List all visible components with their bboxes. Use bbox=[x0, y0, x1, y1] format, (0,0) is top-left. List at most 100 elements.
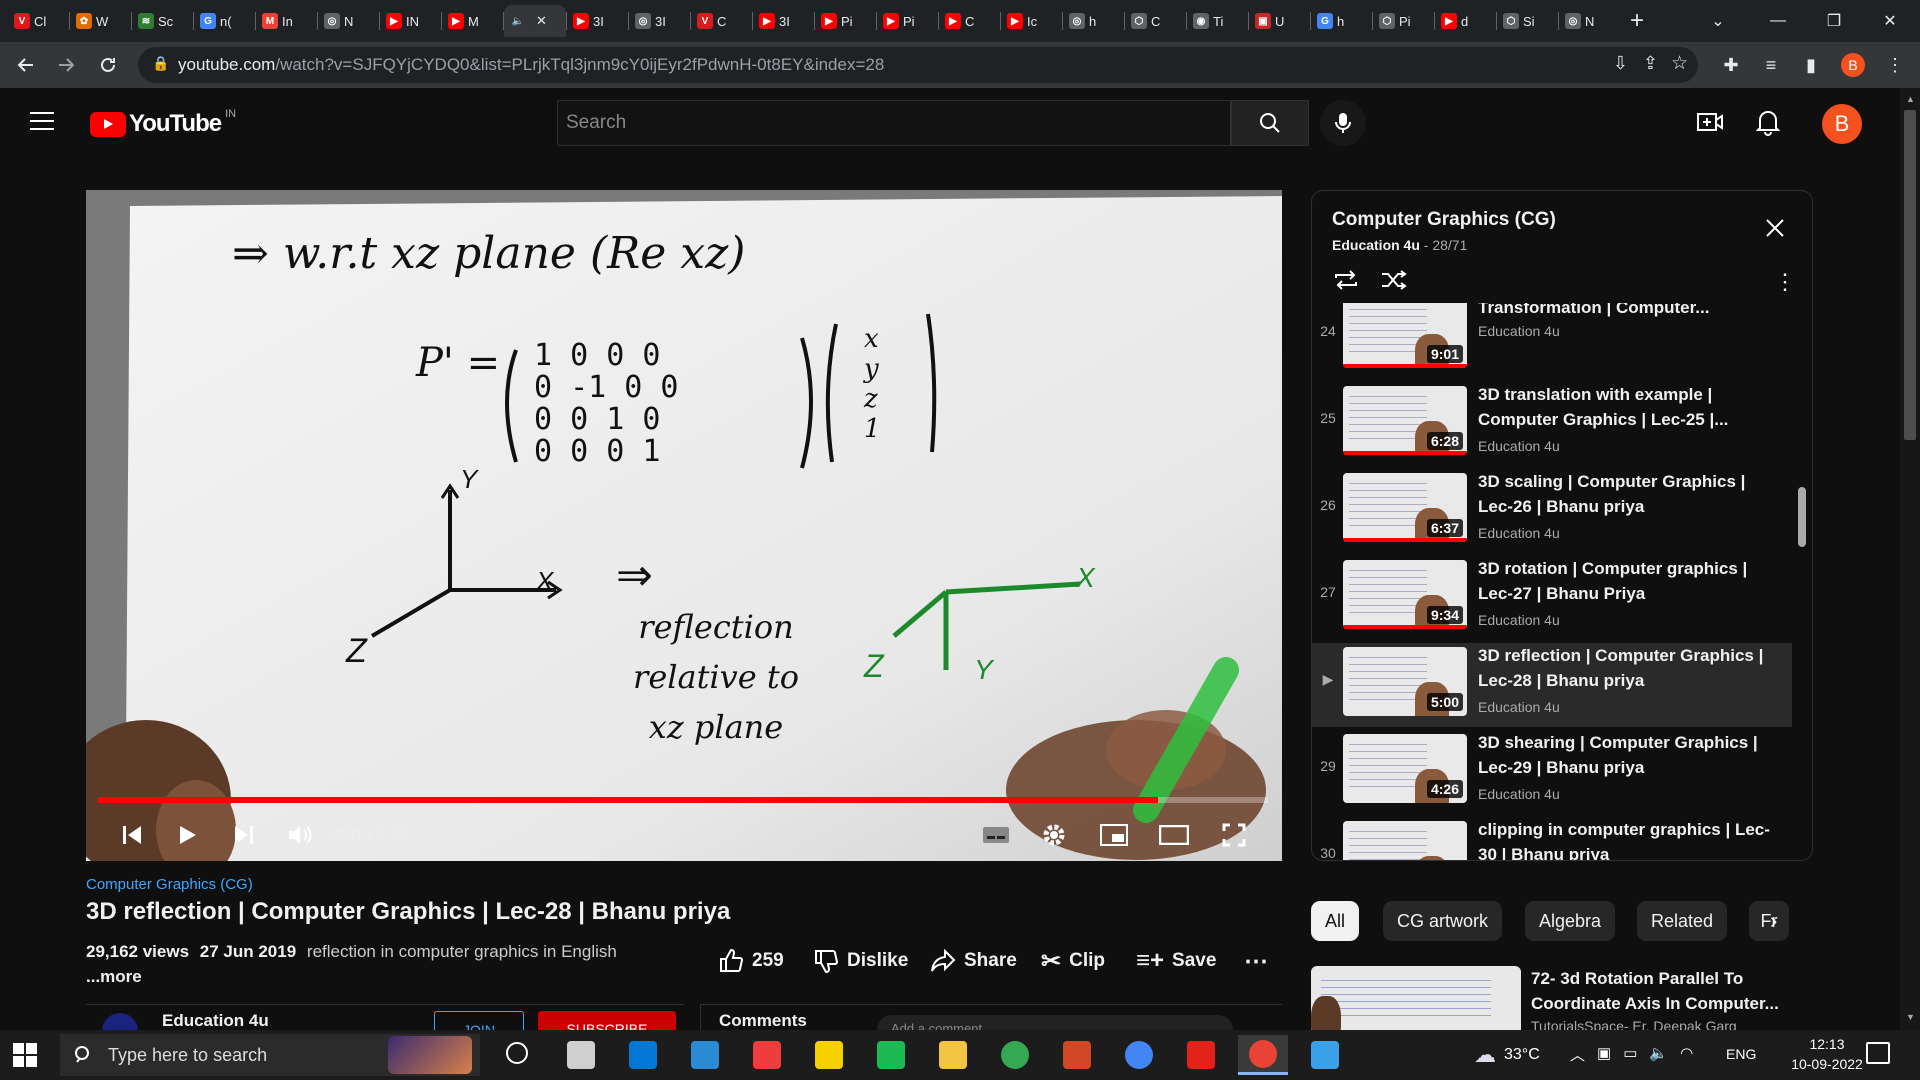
theater-mode-button[interactable] bbox=[1146, 810, 1202, 860]
input-language[interactable]: ENG bbox=[1726, 1046, 1756, 1062]
tab-search-button[interactable]: ⌄ bbox=[1690, 0, 1746, 42]
clock[interactable]: 12:13 10-09-2022 bbox=[1784, 1034, 1870, 1074]
back-button[interactable] bbox=[6, 47, 46, 83]
browser-tab[interactable]: ▶ d bbox=[1435, 5, 1496, 37]
sticky-notes-taskbar-icon[interactable] bbox=[804, 1035, 854, 1075]
previous-button[interactable] bbox=[104, 810, 160, 860]
task-view-taskbar-icon[interactable] bbox=[556, 1035, 606, 1075]
forward-button[interactable] bbox=[46, 47, 86, 83]
browser-tab[interactable]: ▶ 3I bbox=[753, 5, 814, 37]
clip-button[interactable]: ✂ Clip bbox=[1041, 943, 1105, 979]
playlist-link[interactable]: Computer Graphics (CG) bbox=[86, 876, 253, 893]
browser-tab[interactable]: ◎ h bbox=[1063, 5, 1124, 37]
chrome-profile-taskbar-icon[interactable] bbox=[1114, 1035, 1164, 1075]
page-scrollbar-thumb[interactable] bbox=[1904, 110, 1916, 440]
loop-playlist-icon[interactable] bbox=[1332, 267, 1360, 298]
chrome-taskbar-icon[interactable] bbox=[990, 1035, 1040, 1075]
address-bar[interactable]: 🔒 youtube.com/watch?v=SJFQYjCYDQ0&list=P… bbox=[138, 47, 1698, 83]
dislike-button[interactable]: Dislike bbox=[813, 943, 908, 979]
subscribe-button[interactable]: SUBSCRIBE bbox=[538, 1011, 676, 1030]
browser-tab[interactable]: ⬡ C bbox=[1125, 5, 1186, 37]
playlist-item[interactable]: ▶ 5:00 3D reflection | Computer Graphics |… bbox=[1312, 643, 1792, 727]
next-button[interactable] bbox=[216, 810, 272, 860]
wifi-icon[interactable]: ◠ bbox=[1680, 1044, 1693, 1065]
profile-avatar[interactable]: B bbox=[1838, 50, 1868, 80]
browser-tab[interactable]: ⬡ Pi bbox=[1373, 5, 1434, 37]
browser-tab[interactable]: Gh bbox=[1311, 5, 1372, 37]
acrobat-taskbar-icon[interactable] bbox=[1176, 1035, 1226, 1075]
browser-tab[interactable]: ▶ C bbox=[939, 5, 1000, 37]
browser-tab[interactable]: ▣ U bbox=[1249, 5, 1310, 37]
volume-button[interactable] bbox=[272, 810, 328, 860]
restore-button[interactable]: ❐ bbox=[1806, 0, 1862, 42]
browser-tab[interactable]: V Cl bbox=[8, 5, 69, 37]
voice-search-button[interactable] bbox=[1320, 100, 1366, 146]
file-explorer-taskbar-icon[interactable] bbox=[928, 1035, 978, 1075]
youtube-logo[interactable]: YouTube IN bbox=[90, 108, 236, 138]
mail-taskbar-icon[interactable] bbox=[680, 1035, 730, 1075]
settings-button[interactable] bbox=[1026, 810, 1082, 860]
chips-next-icon[interactable]: › bbox=[1770, 908, 1777, 934]
notifications-bell-icon[interactable] bbox=[1755, 108, 1781, 141]
playlist-item[interactable]: 24 9:01 Transformation | Computer... Educat… bbox=[1312, 303, 1792, 379]
video-player[interactable]: ⇒ w.r.t xz plane (Re xz) P' = 1 0 0 0 0 … bbox=[86, 190, 1282, 861]
browser-tab[interactable]: ≋ Sc bbox=[132, 5, 193, 37]
microsoft-store-taskbar-icon[interactable] bbox=[618, 1035, 668, 1075]
browser-tab[interactable]: ▶ Ic bbox=[1001, 5, 1062, 37]
new-tab-button[interactable]: + bbox=[1630, 7, 1644, 35]
playlist-item[interactable]: 29 4:26 3D shearing | Computer Graphics | … bbox=[1312, 730, 1792, 814]
search-button[interactable] bbox=[1231, 100, 1309, 146]
close-window-button[interactable]: ✕ bbox=[1862, 0, 1918, 42]
browser-tab[interactable]: M In bbox=[256, 5, 317, 37]
join-button[interactable]: JOIN bbox=[434, 1011, 524, 1030]
meet-now-icon[interactable]: ▣ bbox=[1597, 1044, 1611, 1065]
browser-tab[interactable]: ◉ Ti bbox=[1187, 5, 1248, 37]
side-panel-icon[interactable]: ▮ bbox=[1796, 50, 1826, 80]
chrome-menu-icon[interactable]: ⋮ bbox=[1880, 50, 1910, 80]
add-comment-input[interactable]: Add a comment... bbox=[877, 1015, 1233, 1030]
share-page-icon[interactable]: ⇪ bbox=[1643, 53, 1658, 74]
like-button[interactable]: 259 bbox=[718, 943, 784, 979]
recommended-video[interactable]: 72- 3d Rotation Parallel To Coordinate A… bbox=[1311, 966, 1813, 1030]
filter-chip[interactable]: Fr bbox=[1749, 901, 1789, 941]
save-button[interactable]: ≡+ Save bbox=[1136, 943, 1216, 979]
browser-tab[interactable]: ▶ Pi bbox=[815, 5, 876, 37]
reload-button[interactable] bbox=[88, 47, 128, 83]
browser-tab[interactable]: ◎ 3I bbox=[629, 5, 690, 37]
create-video-icon[interactable] bbox=[1696, 110, 1724, 139]
filter-chip[interactable]: CG artwork bbox=[1383, 901, 1503, 941]
browser-tab[interactable]: ◎ N bbox=[318, 5, 379, 37]
anydesk-taskbar-icon[interactable] bbox=[742, 1035, 792, 1075]
play-button[interactable] bbox=[160, 810, 216, 860]
speaker-icon[interactable]: 🔈 bbox=[1649, 1044, 1668, 1065]
search-input[interactable]: Search bbox=[557, 100, 1231, 146]
playlist-title[interactable]: Computer Graphics (CG) bbox=[1332, 209, 1556, 231]
account-avatar[interactable]: B bbox=[1822, 104, 1862, 144]
subtitles-button[interactable] bbox=[968, 810, 1024, 860]
channel-name[interactable]: Education 4u bbox=[162, 1011, 269, 1030]
miniplayer-button[interactable] bbox=[1086, 810, 1142, 860]
notification-center-icon[interactable] bbox=[1866, 1042, 1890, 1064]
show-more-link[interactable]: ...more bbox=[86, 967, 142, 987]
chevron-up-icon[interactable]: ︿ bbox=[1570, 1044, 1585, 1065]
shuffle-playlist-icon[interactable] bbox=[1380, 267, 1408, 298]
bookmark-star-icon[interactable]: ☆ bbox=[1671, 52, 1688, 75]
close-playlist-icon[interactable] bbox=[1764, 217, 1786, 244]
fullscreen-button[interactable] bbox=[1206, 810, 1262, 860]
battery-icon[interactable]: ▭ bbox=[1623, 1044, 1637, 1065]
browser-tab[interactable]: ✿ W bbox=[70, 5, 131, 37]
minimize-button[interactable]: — bbox=[1750, 0, 1806, 42]
page-scrollbar[interactable]: ▲ ▼ bbox=[1900, 88, 1920, 1030]
filter-chip[interactable]: Related bbox=[1637, 901, 1728, 941]
filter-chip[interactable]: All bbox=[1311, 901, 1360, 941]
browser-tab[interactable]: ◎ N bbox=[1559, 5, 1620, 37]
video-progress-bar[interactable] bbox=[98, 797, 1268, 803]
playlist-owner[interactable]: Education 4u bbox=[1332, 237, 1420, 253]
browser-tab[interactable]: ▶ 3I bbox=[567, 5, 628, 37]
powerpoint-taskbar-icon[interactable] bbox=[1052, 1035, 1102, 1075]
browser-tab[interactable]: ⬡ Si bbox=[1497, 5, 1558, 37]
browser-tab[interactable]: VC bbox=[691, 5, 752, 37]
browser-tab[interactable]: ▶ IN bbox=[380, 5, 441, 37]
playlist-item[interactable]: 30 7:52 clipping in computer graphics | Le… bbox=[1312, 817, 1792, 860]
playlist-scrollbar-thumb[interactable] bbox=[1798, 487, 1806, 547]
